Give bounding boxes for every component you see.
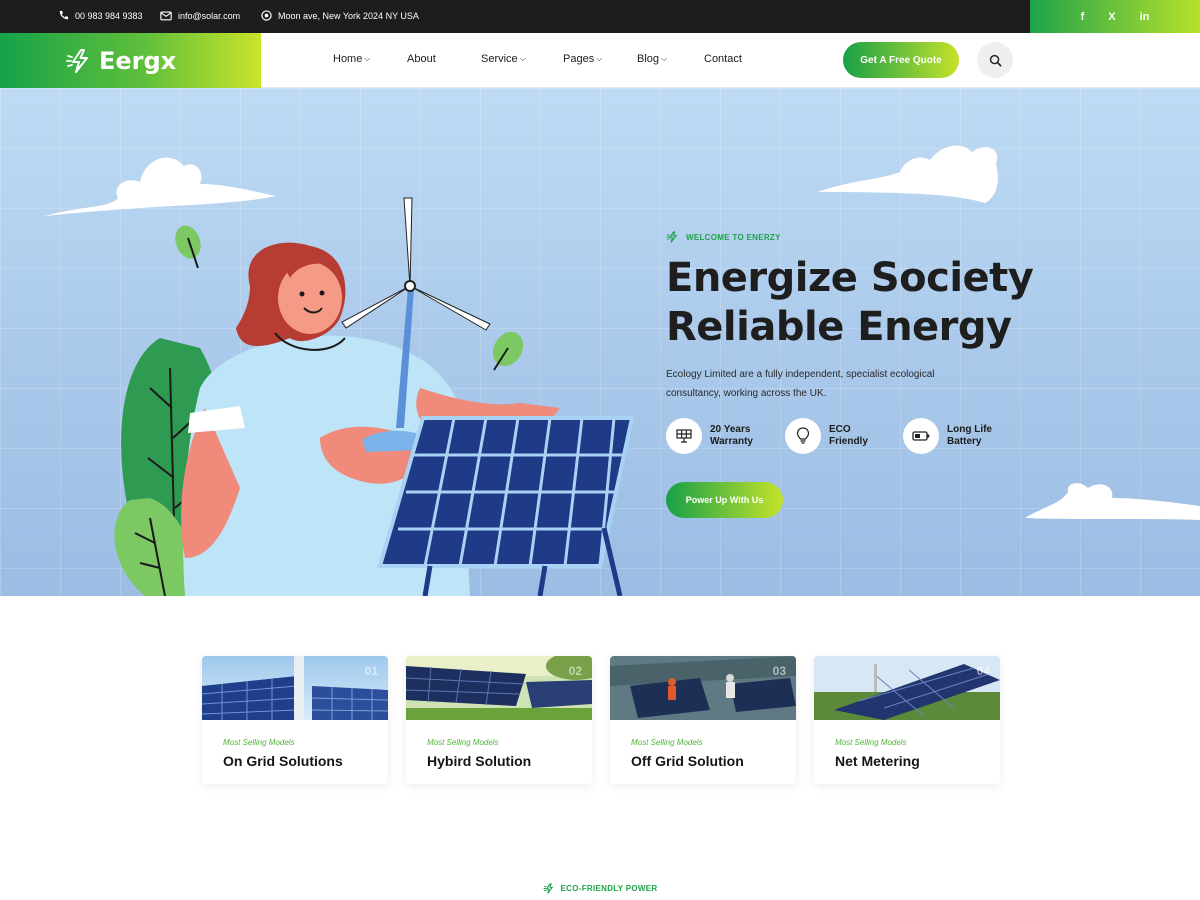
bulb-icon: [785, 418, 821, 454]
chevron-down-icon: ⌵: [519, 54, 526, 63]
battery-icon: [903, 418, 939, 454]
card-image: 01: [202, 656, 388, 720]
card-image: 03: [610, 656, 796, 720]
solar-panel-icon: [666, 418, 702, 454]
hero-section: WELCOME TO ENERZY Energize Society Relia…: [0, 88, 1200, 596]
chevron-down-icon: ⌵: [596, 54, 603, 63]
email-info[interactable]: info@solar.com: [160, 10, 240, 21]
hero-title: Energize Society Reliable Energy: [666, 254, 1034, 352]
feature-battery: Long Life Battery: [903, 418, 1007, 454]
card-number: 03: [772, 664, 786, 678]
address-text: Moon ave, New York 2024 NY USA: [278, 10, 419, 21]
cloud-right-top: [818, 145, 998, 203]
hero-description-line2: consultancy, working across the UK.: [666, 388, 827, 399]
social-links: f X in: [1030, 0, 1200, 33]
card-subtitle: Most Selling Models: [427, 738, 499, 747]
hero-title-line2: Reliable Energy: [666, 304, 1012, 350]
nav-blog[interactable]: Blog ⌵: [637, 53, 667, 65]
floating-leaf: [175, 225, 201, 269]
card-subtitle: Most Selling Models: [223, 738, 295, 747]
card-number: 04: [976, 664, 990, 678]
location-icon: [261, 10, 272, 21]
x-twitter-icon[interactable]: X: [1108, 11, 1115, 23]
feature-warranty-line2: Warranty: [710, 436, 753, 447]
card-image: 04: [814, 656, 1000, 720]
card-subtitle: Most Selling Models: [631, 738, 703, 747]
cloud-left: [45, 157, 276, 216]
service-card-off-grid[interactable]: 03 Most Selling Models Off Grid Solution: [610, 656, 796, 784]
search-button[interactable]: [977, 42, 1013, 78]
feature-eco-line1: ECO: [829, 424, 851, 435]
phone-icon: [59, 10, 69, 20]
nav-home[interactable]: Home ⌵: [333, 53, 370, 65]
power-up-button[interactable]: Power Up With Us: [666, 482, 783, 518]
nav-service-label: Service: [481, 53, 518, 65]
feature-warranty: 20 Years Warranty: [666, 418, 770, 454]
free-quote-button[interactable]: Get A Free Quote: [843, 42, 959, 78]
card-title[interactable]: Hybird Solution: [427, 753, 531, 769]
hero-tagline: WELCOME TO ENERZY: [666, 231, 781, 243]
nav-contact[interactable]: Contact: [704, 53, 742, 65]
chevron-down-icon: ⌵: [364, 54, 371, 63]
nav-home-label: Home: [333, 53, 363, 65]
service-card-net-metering[interactable]: 04 Most Selling Models Net Metering: [814, 656, 1000, 784]
floating-leaf: [492, 331, 524, 371]
card-number: 02: [568, 664, 582, 678]
main-nav: Home ⌵ About Service ⌵ Pages ⌵ Blog ⌵ Contac…: [0, 53, 1200, 69]
tagline-text: WELCOME TO ENERZY: [686, 232, 781, 242]
phone-text: 00 983 984 9383: [75, 10, 143, 21]
phone-info[interactable]: 00 983 984 9383: [58, 10, 143, 21]
nav-about-label: About: [407, 53, 436, 65]
nav-pages-label: Pages: [563, 53, 595, 65]
section-tag: ECO-FRIENDLY POWER: [0, 883, 1200, 894]
site-header: Eergx Home ⌵ About Service ⌵ Pages ⌵ Blog ⌵ …: [0, 33, 1200, 88]
service-card-on-grid[interactable]: 01 Most Selling Models On Grid Solutions: [202, 656, 388, 784]
energy-logo-icon: [666, 231, 677, 243]
feature-battery-line1: Long Life: [947, 424, 992, 435]
search-icon: [989, 54, 1001, 66]
hero-description: Ecology Limited are a fully independent,…: [666, 365, 986, 403]
nav-about[interactable]: About: [407, 53, 436, 65]
feature-battery-line2: Battery: [947, 436, 982, 447]
nav-pages[interactable]: Pages ⌵: [563, 53, 602, 65]
hero-description-line1: Ecology Limited are a fully independent,…: [666, 369, 935, 380]
mail-icon: [160, 11, 172, 21]
service-card-hybrid[interactable]: 02 Most Selling Models Hybird Solution: [406, 656, 592, 784]
card-title[interactable]: On Grid Solutions: [223, 753, 343, 769]
nav-blog-label: Blog: [637, 53, 660, 65]
feature-warranty-line1: 20 Years: [710, 424, 751, 435]
card-title[interactable]: Off Grid Solution: [631, 753, 744, 769]
card-image: 02: [406, 656, 592, 720]
linkedin-icon[interactable]: in: [1140, 11, 1150, 23]
facebook-icon[interactable]: f: [1081, 11, 1085, 23]
chevron-down-icon: ⌵: [661, 54, 668, 63]
hero-title-line1: Energize Society: [666, 255, 1034, 301]
address-info: Moon ave, New York 2024 NY USA: [261, 10, 419, 21]
card-title[interactable]: Net Metering: [835, 753, 920, 769]
top-bar: 00 983 984 9383 info@solar.com Moon ave,…: [0, 0, 1200, 33]
email-text: info@solar.com: [178, 10, 241, 21]
section-tag-text: ECO-FRIENDLY POWER: [560, 884, 658, 893]
card-number: 01: [364, 664, 378, 678]
energy-logo-icon: [543, 883, 553, 894]
feature-eco-line2: Friendly: [829, 436, 868, 447]
nav-contact-label: Contact: [704, 53, 742, 65]
feature-eco: ECO Friendly: [785, 418, 889, 454]
nav-service[interactable]: Service ⌵: [481, 53, 526, 65]
card-subtitle: Most Selling Models: [835, 738, 907, 747]
cloud-right-bottom: [1025, 483, 1200, 520]
